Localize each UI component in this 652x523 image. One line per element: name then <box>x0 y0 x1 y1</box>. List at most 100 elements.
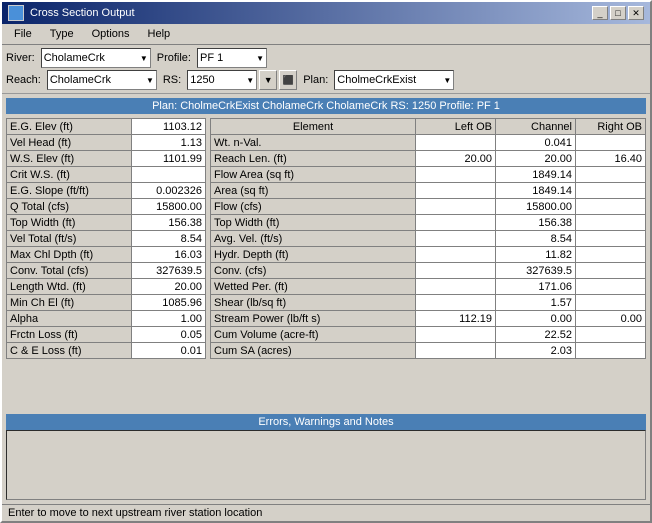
rs-down-button[interactable]: ▼ <box>259 70 277 90</box>
right-table-row: Cum Volume (acre-ft) 22.52 <box>211 327 646 343</box>
left-table-row: Alpha 1.00 <box>7 311 206 327</box>
menu-bar: File Type Options Help <box>2 24 650 45</box>
right-rightob-5 <box>576 215 646 231</box>
left-table-row: Top Width (ft) 156.38 <box>7 215 206 231</box>
right-channel-4: 15800.00 <box>496 199 576 215</box>
right-leftob-4 <box>416 199 496 215</box>
right-element-7: Hydr. Depth (ft) <box>211 247 416 263</box>
river-dropdown[interactable]: CholameCrk ▼ <box>41 48 151 68</box>
menu-file[interactable]: File <box>6 26 40 42</box>
right-table-row: Shear (lb/sq ft) 1.57 <box>211 295 646 311</box>
right-table: Element Left OB Channel Right OB Wt. n-V… <box>210 118 646 410</box>
status-text: Enter to move to next upstream river sta… <box>8 507 262 519</box>
right-element-5: Top Width (ft) <box>211 215 416 231</box>
right-leftob-2 <box>416 167 496 183</box>
right-rightob-4 <box>576 199 646 215</box>
right-channel-13: 2.03 <box>496 343 576 359</box>
left-value-13: 0.05 <box>132 327 206 343</box>
left-table-row: E.G. Elev (ft) 1103.12 <box>7 119 206 135</box>
right-rightob-11: 0.00 <box>576 311 646 327</box>
right-table-row: Cum SA (acres) 2.03 <box>211 343 646 359</box>
left-data-table: E.G. Elev (ft) 1103.12 Vel Head (ft) 1.1… <box>6 118 206 359</box>
right-table-row: Reach Len. (ft) 20.00 20.00 16.40 <box>211 151 646 167</box>
plan-label: Plan: <box>303 74 328 86</box>
right-channel-5: 156.38 <box>496 215 576 231</box>
window-title: Cross Section Output <box>30 7 135 19</box>
right-leftob-1: 20.00 <box>416 151 496 167</box>
info-header: Plan: CholmeCrkExist CholameCrk CholameC… <box>6 98 646 114</box>
left-value-2: 1101.99 <box>132 151 206 167</box>
left-value-0: 1103.12 <box>132 119 206 135</box>
left-label-4: E.G. Slope (ft/ft) <box>7 183 132 199</box>
left-table-row: Vel Total (ft/s) 8.54 <box>7 231 206 247</box>
left-value-9: 327639.5 <box>132 263 206 279</box>
left-label-7: Vel Total (ft/s) <box>7 231 132 247</box>
right-element-3: Area (sq ft) <box>211 183 416 199</box>
left-label-11: Min Ch El (ft) <box>7 295 132 311</box>
errors-section: Errors, Warnings and Notes <box>6 414 646 500</box>
title-bar: Cross Section Output _ □ ✕ <box>2 2 650 24</box>
left-value-8: 16.03 <box>132 247 206 263</box>
maximize-button[interactable]: □ <box>610 6 626 20</box>
right-table-row: Hydr. Depth (ft) 11.82 <box>211 247 646 263</box>
right-element-2: Flow Area (sq ft) <box>211 167 416 183</box>
right-leftob-8 <box>416 263 496 279</box>
tables-container: E.G. Elev (ft) 1103.12 Vel Head (ft) 1.1… <box>6 118 646 410</box>
minimize-button[interactable]: _ <box>592 6 608 20</box>
rs-controls: 1250 ▼ ▼ ⬛ <box>187 70 297 90</box>
left-table-row: Min Ch El (ft) 1085.96 <box>7 295 206 311</box>
right-leftob-6 <box>416 231 496 247</box>
right-leftob-13 <box>416 343 496 359</box>
toolbar: River: CholameCrk ▼ Profile: PF 1 ▼ Reac… <box>2 45 650 94</box>
right-leftob-12 <box>416 327 496 343</box>
right-rightob-12 <box>576 327 646 343</box>
right-channel-0: 0.041 <box>496 135 576 151</box>
left-label-9: Conv. Total (cfs) <box>7 263 132 279</box>
close-button[interactable]: ✕ <box>628 6 644 20</box>
right-element-13: Cum SA (acres) <box>211 343 416 359</box>
right-table-row: Flow Area (sq ft) 1849.14 <box>211 167 646 183</box>
right-leftob-11: 112.19 <box>416 311 496 327</box>
right-channel-12: 22.52 <box>496 327 576 343</box>
right-channel-2: 1849.14 <box>496 167 576 183</box>
right-rightob-9 <box>576 279 646 295</box>
right-table-row: Area (sq ft) 1849.14 <box>211 183 646 199</box>
right-element-6: Avg. Vel. (ft/s) <box>211 231 416 247</box>
left-value-10: 20.00 <box>132 279 206 295</box>
profile-dropdown[interactable]: PF 1 ▼ <box>197 48 267 68</box>
right-leftob-9 <box>416 279 496 295</box>
left-label-5: Q Total (cfs) <box>7 199 132 215</box>
right-leftob-7 <box>416 247 496 263</box>
right-table-row: Avg. Vel. (ft/s) 8.54 <box>211 231 646 247</box>
river-dropdown-arrow: ▼ <box>140 54 148 63</box>
left-label-10: Length Wtd. (ft) <box>7 279 132 295</box>
menu-type[interactable]: Type <box>42 26 82 42</box>
reach-dropdown-arrow: ▼ <box>146 76 154 85</box>
right-table-row: Conv. (cfs) 327639.5 <box>211 263 646 279</box>
col-leftob-header: Left OB <box>416 119 496 135</box>
errors-header: Errors, Warnings and Notes <box>6 414 646 430</box>
plan-dropdown[interactable]: CholmeCrkExist ▼ <box>334 70 454 90</box>
left-table-row: Conv. Total (cfs) 327639.5 <box>7 263 206 279</box>
left-value-5: 15800.00 <box>132 199 206 215</box>
errors-content <box>6 430 646 500</box>
left-table-row: Q Total (cfs) 15800.00 <box>7 199 206 215</box>
right-channel-6: 8.54 <box>496 231 576 247</box>
main-window: Cross Section Output _ □ ✕ File Type Opt… <box>0 0 652 523</box>
right-data-table: Element Left OB Channel Right OB Wt. n-V… <box>210 118 646 359</box>
col-rightob-header: Right OB <box>576 119 646 135</box>
profile-label: Profile: <box>157 52 191 64</box>
right-table-row: Flow (cfs) 15800.00 <box>211 199 646 215</box>
right-element-12: Cum Volume (acre-ft) <box>211 327 416 343</box>
menu-help[interactable]: Help <box>140 26 179 42</box>
left-table-row: W.S. Elev (ft) 1101.99 <box>7 151 206 167</box>
rs-dropdown[interactable]: 1250 ▼ <box>187 70 257 90</box>
menu-options[interactable]: Options <box>84 26 138 42</box>
reach-dropdown[interactable]: CholameCrk ▼ <box>47 70 157 90</box>
rs-dropdown-arrow: ▼ <box>246 76 254 85</box>
left-value-3 <box>132 167 206 183</box>
left-label-12: Alpha <box>7 311 132 327</box>
river-label: River: <box>6 52 35 64</box>
left-table-row: Length Wtd. (ft) 20.00 <box>7 279 206 295</box>
rs-up-button[interactable]: ⬛ <box>279 70 297 90</box>
